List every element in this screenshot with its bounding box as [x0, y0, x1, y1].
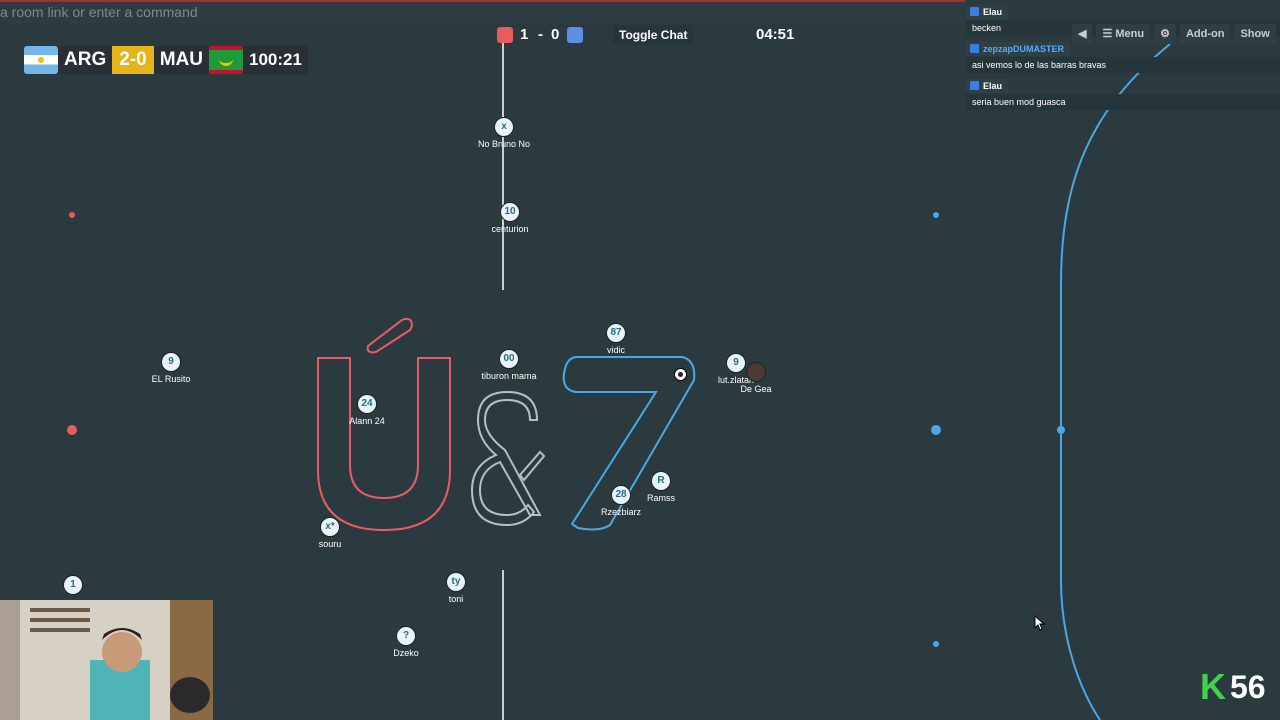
chat-message: zepzapDUMASTER asi vemos lo de las barra… [966, 39, 1280, 73]
match-clock: 100:21 [242, 46, 308, 74]
blue-score: 0 [551, 26, 560, 43]
player-name: Ramss [646, 493, 675, 503]
home-team: ARG [58, 46, 113, 74]
argentina-flag-icon [24, 46, 58, 74]
menu-button[interactable]: ☰ Menu [1096, 24, 1151, 44]
player-avatar: 00 [499, 349, 519, 369]
player-avatar: ty [446, 572, 466, 592]
mauritania-flag-icon [208, 46, 243, 74]
k-logo-icon: K [1200, 666, 1226, 707]
away-team: MAU [153, 46, 209, 74]
logo-seven [562, 356, 696, 531]
settings-button[interactable]: ⚙ [1154, 24, 1176, 44]
chat-username: zepzapDUMASTER [966, 42, 1071, 56]
chat-text: asi vemos lo de las barras bravas [966, 57, 1280, 73]
player-avatar: R [651, 471, 671, 491]
chat-message: Elau seria buen mod guasca [966, 76, 1280, 110]
player-name: EL Rusito [151, 374, 191, 384]
red-score: 1 [520, 26, 529, 43]
player-name: vidic [606, 345, 625, 355]
scoreboard: 1 - 0 Toggle Chat 04:51 [497, 24, 807, 46]
player-name: tiburon mama [481, 371, 537, 381]
red-team-square [497, 27, 513, 43]
blue-team-square [567, 27, 583, 43]
k-number: 56 [1230, 668, 1266, 705]
player-name: No Bruno No [477, 139, 531, 149]
player-name: Rzezbiarz [600, 507, 641, 517]
game-timer: 04:51 [756, 26, 795, 43]
chat-panel: Elau becken zepzapDUMASTER asi vemos lo … [966, 2, 1280, 113]
player-avatar: ? [396, 626, 416, 646]
command-input[interactable] [0, 2, 965, 21]
top-buttons: ◀ ☰ Menu ⚙ Add-on Show [1072, 24, 1276, 44]
player-name: toni [448, 594, 464, 604]
player-avatar: 24 [357, 394, 377, 414]
game-ball [674, 368, 687, 381]
player-avatar: x [494, 117, 514, 137]
player-name: De Gea [740, 384, 772, 394]
chat-username: Elau [966, 5, 1009, 19]
k-badge: K 56 [1200, 666, 1266, 708]
player-avatar: 87 [606, 323, 626, 343]
player-name: centurion [491, 224, 529, 234]
mouse-cursor-icon [1034, 615, 1046, 631]
webcam-image [0, 600, 213, 720]
player-avatar: x* [320, 517, 340, 537]
user-icon [970, 81, 979, 90]
player-name: Alann 24 [349, 416, 385, 426]
chat-username: Elau [966, 79, 1009, 93]
player-name: Dzeko [393, 648, 419, 658]
command-bar [0, 0, 965, 23]
tv-score-overlay: ARG 2-0 MAU 100:21 [24, 44, 308, 76]
user-icon [970, 44, 979, 53]
addon-button[interactable]: Add-on [1179, 24, 1231, 44]
toggle-chat-button[interactable]: Toggle Chat [613, 25, 694, 45]
mute-button[interactable]: ◀ [1072, 24, 1093, 44]
logo-ampersand [470, 390, 546, 527]
webcam-overlay [0, 600, 213, 720]
player-name: souru [318, 539, 342, 549]
score-separator: - [538, 26, 543, 43]
match-result: 2-0 [112, 46, 154, 74]
player-avatar: 1 [63, 575, 83, 595]
player-avatar: 9 [726, 353, 746, 373]
chat-text: seria buen mod guasca [966, 94, 1280, 110]
show-button[interactable]: Show [1234, 24, 1276, 44]
player-avatar: 10 [500, 202, 520, 222]
player-avatar [746, 362, 766, 382]
player-avatar: 9 [161, 352, 181, 372]
user-icon [970, 7, 979, 16]
